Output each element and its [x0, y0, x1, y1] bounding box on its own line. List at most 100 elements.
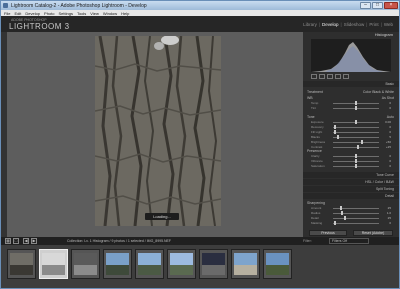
slider-track[interactable]	[333, 146, 379, 148]
slider-value[interactable]: 0	[389, 154, 391, 158]
slider-knob[interactable]	[355, 159, 357, 163]
slider-knob[interactable]	[334, 130, 337, 134]
slider-value[interactable]: 0	[389, 101, 391, 105]
filmstrip-thumbnail[interactable]	[71, 249, 100, 279]
slider-knob[interactable]	[355, 154, 357, 158]
slider-radius[interactable]: Radius 1.0	[311, 211, 391, 215]
minimize-button[interactable]: –	[360, 2, 371, 9]
red-eye-tool-icon[interactable]	[327, 74, 333, 79]
slider-value[interactable]: 25	[388, 216, 391, 220]
slider-knob[interactable]	[334, 221, 337, 225]
slider-track[interactable]	[333, 131, 379, 133]
slider-blacks[interactable]: Blacks 5	[311, 135, 391, 139]
split-toning-header[interactable]: Split Toning	[303, 186, 399, 192]
slider-value[interactable]: 0	[389, 130, 391, 134]
slider-value[interactable]: 1.0	[387, 211, 391, 215]
slider-vibrance[interactable]: Vibrance 0	[311, 159, 391, 163]
basic-panel-header[interactable]: Basic	[303, 81, 399, 87]
module-web[interactable]: Web	[384, 22, 393, 27]
histogram[interactable]	[311, 39, 391, 72]
slider-value[interactable]: 5	[389, 135, 391, 139]
menu-tools[interactable]: Tools	[77, 11, 86, 16]
filmstrip-thumbnail[interactable]	[103, 249, 132, 279]
photo-tree-bark[interactable]	[95, 36, 221, 226]
filmstrip-source[interactable]: Collection: Lv. 1 Histogram / 9 photos /…	[67, 238, 171, 244]
slider-track[interactable]	[333, 212, 379, 214]
filmstrip-thumbnail[interactable]	[231, 249, 260, 279]
menu-develop[interactable]: Develop	[25, 11, 40, 16]
slider-contrast[interactable]: Contrast +25	[311, 145, 391, 149]
menu-help[interactable]: Help	[121, 11, 129, 16]
slider-value[interactable]: +50	[386, 140, 391, 144]
slider-knob[interactable]	[339, 206, 342, 210]
slider-knob[interactable]	[341, 211, 344, 215]
slider-value[interactable]: +25	[386, 145, 391, 149]
spot-removal-tool-icon[interactable]	[319, 74, 325, 79]
module-library[interactable]: Library	[303, 22, 317, 27]
slider-knob[interactable]	[336, 135, 339, 139]
slider-knob[interactable]	[357, 145, 360, 149]
module-develop[interactable]: Develop	[322, 22, 339, 27]
slider-track[interactable]	[333, 141, 379, 143]
close-button[interactable]: ×	[384, 2, 398, 9]
slider-value[interactable]: 0	[389, 125, 391, 129]
reset-button[interactable]: Reset (Adobe)	[353, 230, 393, 236]
slider-knob[interactable]	[334, 125, 337, 129]
grid-view-icon[interactable]: ▦	[5, 238, 11, 244]
slider-knob[interactable]	[355, 164, 357, 168]
slider-fill-light[interactable]: Fill Light 0	[311, 130, 391, 134]
slider-knob[interactable]	[355, 101, 357, 105]
filmstrip-thumbnail[interactable]	[167, 249, 196, 279]
menu-file[interactable]: File	[4, 11, 10, 16]
slider-detail[interactable]: Detail 25	[311, 216, 391, 220]
menu-photo[interactable]: Photo	[44, 11, 54, 16]
histogram-title[interactable]: Histogram	[303, 32, 399, 38]
menu-window[interactable]: Window	[103, 11, 117, 16]
filmstrip-thumbnail[interactable]	[39, 249, 68, 279]
maximize-button[interactable]: □	[372, 2, 383, 9]
filmstrip-thumbnail[interactable]	[135, 249, 164, 279]
slider-recovery[interactable]: Recovery 0	[311, 125, 391, 129]
slider-amount[interactable]: Amount 25	[311, 206, 391, 210]
slider-clarity[interactable]: Clarity 0	[311, 154, 391, 158]
slider-track[interactable]	[333, 222, 379, 224]
slider-knob[interactable]	[343, 216, 346, 220]
slider-knob[interactable]	[360, 140, 363, 144]
menu-edit[interactable]: Edit	[14, 11, 21, 16]
filter-select[interactable]: Filters Off	[329, 238, 369, 244]
filmstrip-thumbnail[interactable]	[263, 249, 292, 279]
slider-value[interactable]: 0	[389, 221, 391, 225]
adjustment-brush-tool-icon[interactable]	[343, 74, 349, 79]
slider-track[interactable]	[333, 217, 379, 219]
slider-value[interactable]: 0.00	[385, 120, 391, 124]
module-slideshow[interactable]: Slideshow	[344, 22, 365, 27]
slider-value[interactable]: 25	[388, 206, 391, 210]
forward-arrow-icon[interactable]: ▶	[31, 238, 37, 244]
filmstrip-thumbnail[interactable]	[199, 249, 228, 279]
menu-settings[interactable]: Settings	[59, 11, 73, 16]
slider-track[interactable]	[333, 126, 379, 128]
second-window-icon[interactable]: □	[13, 238, 19, 244]
hsl-header[interactable]: HSL / Color / B&W	[303, 179, 399, 185]
slider-track[interactable]	[333, 136, 379, 138]
detail-header[interactable]: Detail	[303, 193, 399, 199]
slider-exposure[interactable]: Exposure 0.00	[311, 120, 391, 124]
previous-button[interactable]: Previous	[309, 230, 347, 236]
slider-value[interactable]: 0	[389, 159, 391, 163]
slider-knob[interactable]	[355, 106, 357, 110]
slider-masking[interactable]: Masking 0	[311, 221, 391, 225]
tone-curve-header[interactable]: Tone Curve	[303, 172, 399, 178]
module-print[interactable]: Print	[369, 22, 378, 27]
slider-saturation[interactable]: Saturation 0	[311, 164, 391, 168]
back-arrow-icon[interactable]: ◀	[23, 238, 29, 244]
slider-tint[interactable]: Tint 0	[311, 106, 391, 110]
slider-knob[interactable]	[355, 120, 357, 124]
slider-value[interactable]: 0	[389, 164, 391, 168]
menu-view[interactable]: View	[90, 11, 99, 16]
slider-brightness[interactable]: Brightness +50	[311, 140, 391, 144]
slider-temp[interactable]: Temp 0	[311, 101, 391, 105]
filmstrip-thumbnail[interactable]	[7, 249, 36, 279]
graduated-filter-tool-icon[interactable]	[335, 74, 341, 79]
slider-value[interactable]: 0	[389, 106, 391, 110]
crop-tool-icon[interactable]	[311, 74, 317, 79]
